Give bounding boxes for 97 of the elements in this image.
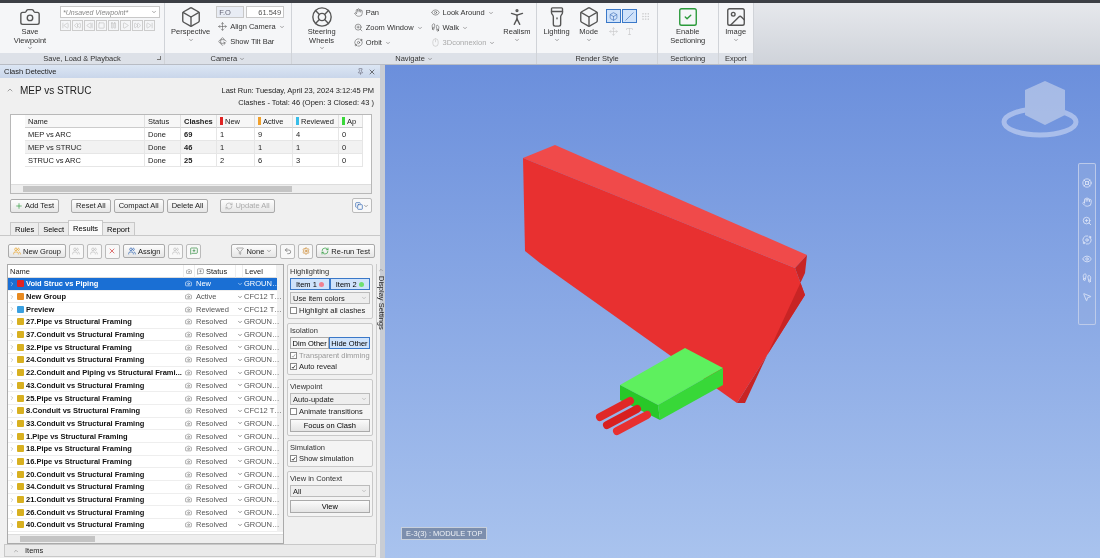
delete-icon	[108, 247, 117, 255]
camera-icon	[185, 483, 192, 491]
gear-icon	[301, 247, 310, 255]
refresh-icon	[321, 247, 330, 255]
eye-icon	[430, 8, 440, 17]
camera-icon	[185, 356, 192, 364]
toolbar-button[interactable]	[104, 243, 120, 259]
undo-icon	[283, 247, 292, 255]
playback-button[interactable]	[144, 20, 155, 31]
line-icon	[624, 11, 634, 21]
check-icon	[291, 455, 296, 462]
cube-icon	[608, 11, 618, 21]
check-box-icon	[676, 6, 699, 28]
people-icon	[127, 247, 136, 255]
group-icon	[72, 247, 81, 255]
move-icon	[608, 26, 618, 36]
render-toggle[interactable]	[605, 9, 621, 23]
camera-icon	[185, 419, 192, 427]
toolbar-button[interactable]	[280, 243, 296, 259]
caret-icon	[360, 488, 367, 494]
camera-icon	[185, 318, 192, 326]
people-icon	[171, 247, 180, 255]
playback-button[interactable]	[60, 20, 71, 31]
pointer-icon[interactable]	[1082, 292, 1092, 302]
comment-icon	[197, 267, 204, 275]
rotate-icon	[218, 37, 228, 46]
camera-icon	[185, 470, 192, 478]
camera-icon	[185, 508, 192, 516]
group-icon	[13, 247, 21, 255]
camera-icon	[185, 445, 192, 453]
footprints-icon[interactable]	[1082, 273, 1092, 283]
plus-icon	[15, 201, 23, 210]
camera-icon	[185, 432, 192, 440]
refresh-icon	[225, 201, 234, 210]
pin-icon[interactable]	[357, 68, 364, 75]
horizontal-scrollbar[interactable]	[8, 534, 283, 543]
zoom-icon	[353, 23, 363, 32]
camera-icon	[185, 407, 192, 415]
playback-button[interactable]	[108, 20, 119, 31]
camera-icon	[185, 521, 192, 529]
move-icon	[218, 22, 228, 31]
launcher-icon[interactable]	[157, 56, 161, 60]
text-icon	[624, 26, 634, 36]
toolbar-button[interactable]	[186, 243, 202, 259]
playback-button[interactable]	[72, 20, 83, 31]
camera-icon	[19, 6, 41, 28]
comment-icon	[189, 247, 198, 255]
playback-button[interactable]	[84, 20, 95, 31]
playback-button[interactable]	[96, 20, 107, 31]
group-icon	[90, 247, 99, 255]
filter-icon	[236, 247, 245, 255]
caret-icon	[360, 396, 367, 402]
close-icon[interactable]	[368, 67, 376, 76]
eye-icon[interactable]	[1082, 254, 1092, 264]
camera-icon	[185, 280, 192, 288]
caret-icon	[266, 248, 273, 254]
camera-icon	[185, 331, 192, 339]
cube-icon	[577, 6, 600, 28]
wheel-icon[interactable]	[1082, 178, 1092, 188]
mouse-icon	[430, 38, 440, 47]
playback-button[interactable]	[120, 20, 131, 31]
copy-icon	[355, 201, 363, 210]
orbit-icon	[353, 38, 363, 47]
dots-icon	[640, 11, 650, 21]
playback-button[interactable]	[132, 20, 143, 31]
camera-icon	[185, 457, 192, 465]
expand-icon	[13, 547, 19, 554]
collapse-icon[interactable]	[6, 86, 14, 94]
camera-icon	[185, 293, 192, 301]
camera-icon	[185, 496, 192, 504]
caret-icon	[363, 202, 369, 209]
camera-icon	[185, 394, 192, 402]
camera-icon	[185, 369, 192, 377]
camera-icon	[185, 343, 192, 351]
toolbar-button[interactable]	[168, 243, 184, 259]
toolbar-button[interactable]	[86, 243, 102, 259]
toolbar-button[interactable]	[68, 243, 84, 259]
wheel-icon	[310, 6, 333, 28]
expand-icon	[378, 267, 385, 273]
orbit-icon[interactable]	[1082, 235, 1092, 245]
camera-icon	[186, 267, 192, 275]
zoom-icon[interactable]	[1082, 216, 1092, 226]
camera-icon	[185, 381, 192, 389]
box-icon	[179, 6, 202, 28]
view-cube-drawing[interactable]	[1001, 81, 1079, 138]
caret-icon	[360, 295, 367, 301]
hand-icon	[353, 8, 363, 17]
hand-icon[interactable]	[1082, 197, 1092, 207]
horizontal-scrollbar[interactable]	[11, 184, 371, 193]
render-toggle[interactable]	[621, 9, 637, 23]
caret-icon	[151, 9, 157, 15]
image-icon	[724, 6, 747, 28]
camera-icon	[185, 305, 192, 313]
footprints-icon	[430, 23, 440, 32]
export-button[interactable]	[352, 198, 372, 213]
test-title: MEP vs STRUC	[20, 84, 92, 96]
toolbar-button[interactable]	[298, 243, 314, 259]
